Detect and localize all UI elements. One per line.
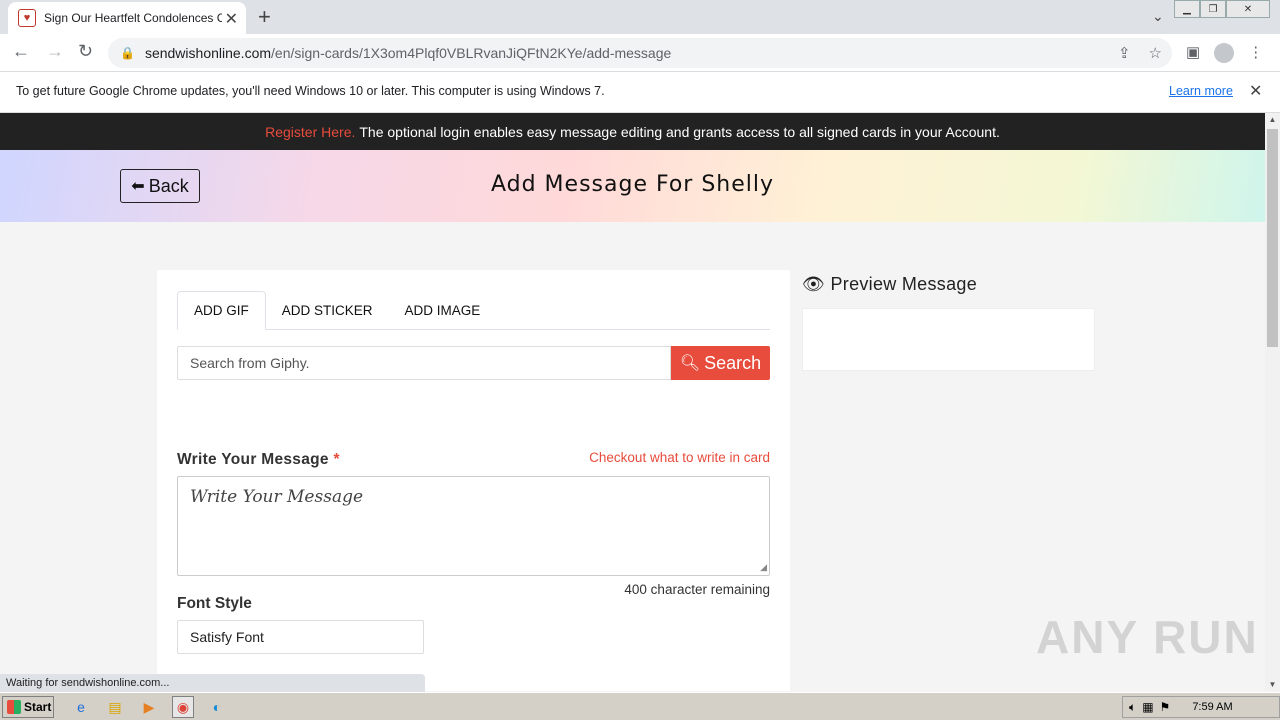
- share-icon[interactable]: ⇪: [1118, 44, 1131, 62]
- anyrun-watermark: ANY RUN: [1036, 611, 1259, 663]
- url-path: /en/sign-cards/1X3om4Plqf0VBLRvanJiQFtN2…: [271, 45, 672, 61]
- message-textarea[interactable]: Write Your Message ◢: [177, 476, 770, 576]
- action-center-flag-icon[interactable]: ⚑: [1160, 700, 1171, 715]
- new-tab-icon[interactable]: +: [258, 4, 271, 30]
- eye-icon: 👁︎: [802, 274, 826, 294]
- bookmark-star-icon[interactable]: ☆: [1149, 44, 1162, 62]
- file-explorer-icon[interactable]: ▤: [104, 696, 126, 718]
- system-tray: 🔈︎ ▦ ⚑ 7:59 AM: [1122, 696, 1280, 718]
- write-tips-link[interactable]: Checkout what to write in card: [589, 450, 770, 465]
- tab-search-chevron-icon[interactable]: ⌄: [1152, 8, 1164, 25]
- back-arrow-icon[interactable]: ←: [12, 41, 30, 62]
- media-player-icon[interactable]: ▶: [138, 696, 160, 718]
- restore-icon[interactable]: ❐: [1200, 0, 1226, 18]
- tab-title: Sign Our Heartfelt Condolences Card: [44, 11, 222, 25]
- message-label: Write Your Message *: [177, 451, 340, 469]
- edge-icon[interactable]: ◐: [206, 696, 228, 718]
- site-favicon-icon: ♥: [18, 9, 36, 27]
- windows-flag-icon: [7, 700, 21, 714]
- internet-explorer-icon[interactable]: e: [70, 696, 92, 718]
- reload-icon[interactable]: ↻: [78, 41, 93, 62]
- search-label: Search: [704, 352, 762, 373]
- side-panel-icon[interactable]: ▣: [1186, 43, 1200, 63]
- tab-close-icon[interactable]: ✕: [225, 9, 238, 29]
- window-controls: ▁ ❐ ✕: [1174, 0, 1270, 18]
- preview-title-text: Preview Message: [830, 274, 978, 294]
- tab-add-gif[interactable]: ADD GIF: [177, 291, 266, 330]
- menu-dots-icon[interactable]: ⋮: [1248, 43, 1263, 63]
- scroll-down-icon[interactable]: ▼: [1265, 680, 1280, 689]
- tab-strip: ♥ Sign Our Heartfelt Condolences Card ✕ …: [0, 0, 1280, 34]
- scroll-up-icon[interactable]: ▲: [1265, 115, 1280, 124]
- media-tabs: ADD GIF ADD STICKER ADD IMAGE: [177, 291, 770, 330]
- window-close-icon[interactable]: ✕: [1226, 0, 1270, 18]
- character-counter: 400 character remaining: [624, 582, 770, 597]
- resize-grip-icon[interactable]: ◢: [760, 563, 767, 573]
- start-label: Start: [24, 700, 52, 714]
- infobar-message: To get future Google Chrome updates, you…: [16, 84, 605, 98]
- font-style-select[interactable]: Satisfy Font: [177, 620, 424, 654]
- tab-add-image[interactable]: ADD IMAGE: [389, 291, 497, 330]
- message-form-card: ADD GIF ADD STICKER ADD IMAGE Search fro…: [157, 270, 790, 691]
- web-page: Register Here. The optional login enable…: [0, 113, 1265, 691]
- message-placeholder: Write Your Message: [190, 487, 364, 507]
- giphy-search-button[interactable]: 🔍︎ Search: [671, 346, 770, 380]
- profile-avatar-icon[interactable]: [1214, 43, 1235, 63]
- url-domain: sendwishonline.com: [144, 45, 272, 61]
- update-infobar: To get future Google Chrome updates, you…: [0, 72, 1280, 113]
- windows-taskbar: Start e ▤ ▶ ◉ ◐ 🔈︎ ▦ ⚑ 7:59 AM: [0, 692, 1280, 720]
- preview-heading: 👁︎ Preview Message: [802, 274, 977, 295]
- infobar-close-icon[interactable]: ✕: [1249, 81, 1262, 101]
- chrome-icon[interactable]: ◉: [172, 696, 194, 718]
- register-text: The optional login enables easy message …: [359, 123, 1000, 140]
- network-icon[interactable]: ▦: [1142, 700, 1153, 715]
- browser-toolbar: ← → ↻ 🔒 sendwishonline.com /en/sign-card…: [0, 34, 1280, 72]
- status-bubble: Waiting for sendwishonline.com...: [0, 674, 425, 692]
- forward-arrow-icon[interactable]: →: [46, 41, 64, 62]
- start-button[interactable]: Start: [2, 696, 54, 718]
- page-scrollbar[interactable]: ▲ ▼: [1265, 113, 1280, 691]
- giphy-search-input[interactable]: Search from Giphy.: [177, 346, 671, 380]
- page-title: Add Message For Shelly: [490, 172, 775, 197]
- lock-icon[interactable]: 🔒: [120, 46, 135, 60]
- required-marker: *: [333, 451, 340, 468]
- clock[interactable]: 7:59 AM: [1192, 701, 1232, 713]
- scroll-thumb[interactable]: [1267, 129, 1278, 347]
- register-link[interactable]: Register Here.: [265, 124, 355, 140]
- minimize-icon[interactable]: ▁: [1174, 0, 1200, 18]
- register-banner: Register Here. The optional login enable…: [0, 113, 1265, 150]
- volume-icon[interactable]: 🔈︎: [1129, 700, 1136, 715]
- message-label-text: Write Your Message: [177, 451, 329, 468]
- page-header: ⬅ Back Add Message For Shelly: [0, 150, 1265, 222]
- font-style-label: Font Style: [177, 595, 252, 612]
- preview-message-box: [802, 308, 1095, 371]
- learn-more-link[interactable]: Learn more: [1169, 84, 1233, 98]
- address-bar[interactable]: 🔒 sendwishonline.com /en/sign-cards/1X3o…: [108, 38, 1172, 68]
- search-icon: 🔍︎: [679, 355, 701, 372]
- tab-add-sticker[interactable]: ADD STICKER: [266, 291, 389, 330]
- browser-tab[interactable]: ♥ Sign Our Heartfelt Condolences Card ✕: [8, 2, 246, 34]
